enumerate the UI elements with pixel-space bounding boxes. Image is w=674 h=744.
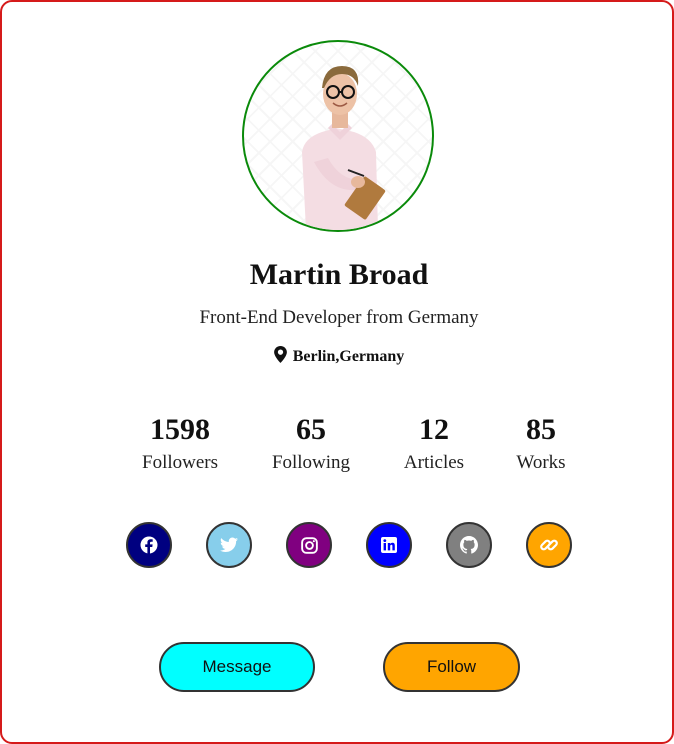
website-link-button[interactable]	[526, 522, 572, 568]
stat-works: 85 Works	[481, 412, 601, 474]
location-text: Berlin,Germany	[292, 348, 405, 365]
location: Berlin,Germany	[2, 346, 674, 368]
link-icon	[539, 535, 559, 555]
map-pin-icon	[273, 346, 287, 368]
stat-value: 1598	[150, 413, 210, 446]
follow-button[interactable]: Follow	[383, 642, 520, 692]
message-button[interactable]: Message	[159, 642, 315, 692]
instagram-button[interactable]	[286, 522, 332, 568]
github-button[interactable]	[446, 522, 492, 568]
linkedin-button[interactable]	[366, 522, 412, 568]
profile-card: Martin Broad Front-End Developer from Ge…	[0, 0, 674, 744]
stat-value: 85	[526, 413, 556, 446]
profile-role: Front-End Developer from Germany	[199, 307, 479, 328]
facebook-button[interactable]	[126, 522, 172, 568]
stat-following: 65 Following	[251, 412, 371, 474]
instagram-icon	[300, 536, 318, 554]
github-icon	[460, 536, 478, 554]
stat-label: Works	[516, 452, 566, 473]
stat-followers: 1598 Followers	[120, 412, 240, 474]
stat-label: Following	[271, 452, 351, 473]
stat-articles: 12 Articles	[374, 412, 494, 474]
twitter-button[interactable]	[206, 522, 252, 568]
twitter-icon	[220, 537, 238, 553]
profile-name: Martin Broad	[249, 258, 429, 291]
stat-value: 12	[419, 413, 449, 446]
stat-label: Followers	[142, 452, 218, 473]
profile-photo	[302, 66, 386, 230]
stat-value: 65	[296, 413, 326, 446]
avatar	[242, 40, 434, 232]
linkedin-icon	[381, 537, 397, 553]
facebook-icon	[140, 536, 158, 554]
stat-label: Articles	[403, 452, 465, 473]
